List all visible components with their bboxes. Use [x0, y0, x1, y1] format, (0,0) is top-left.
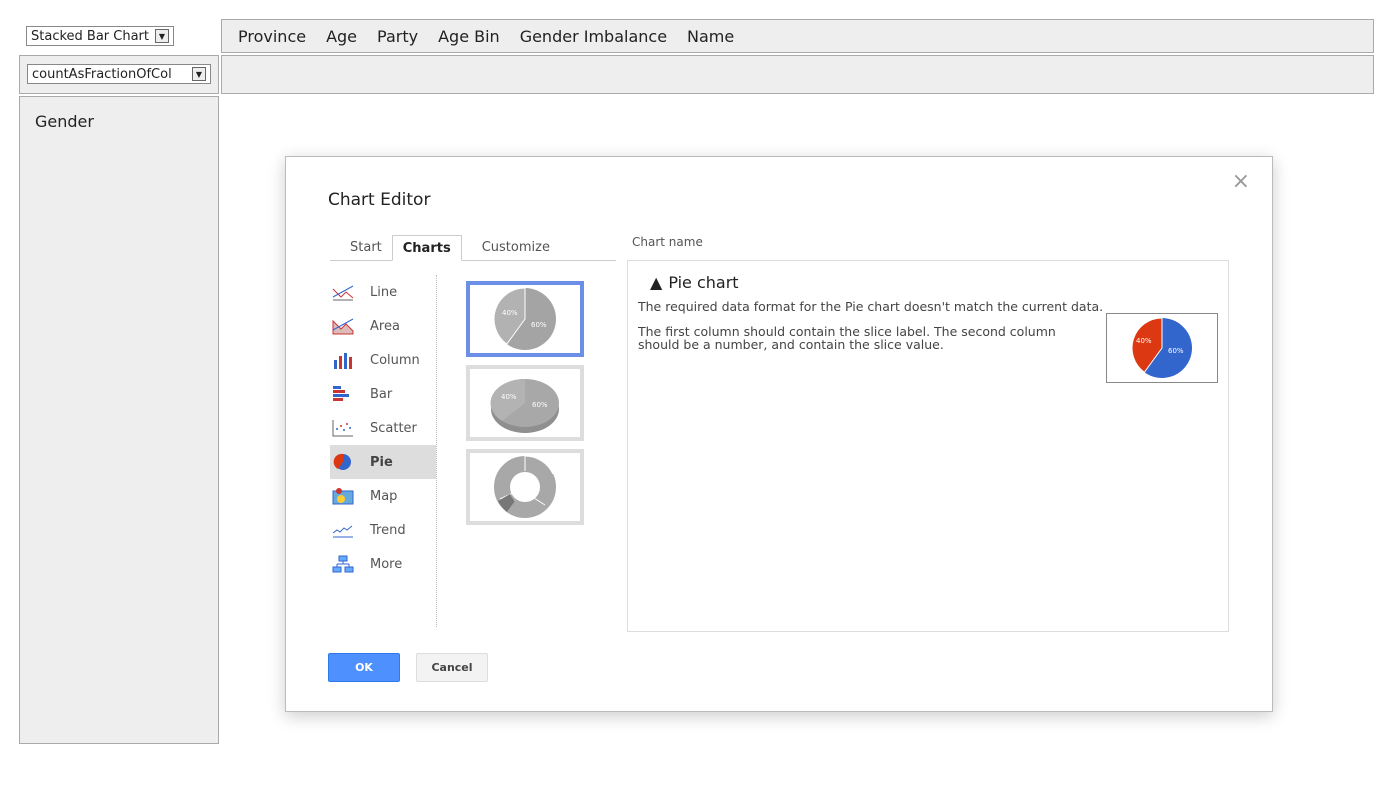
chart-type-trend[interactable]: Trend: [330, 513, 436, 547]
trend-chart-icon: [332, 525, 353, 538]
aggregator-value: countAsFractionOfCol: [32, 66, 172, 82]
slice-label: 40%: [502, 309, 518, 317]
chart-name-label: Chart name: [632, 235, 703, 249]
preview-title: Pie chart: [668, 273, 739, 292]
org-chart-icon: [332, 555, 354, 573]
cancel-button[interactable]: Cancel: [416, 653, 488, 682]
slice-label: 60%: [532, 401, 548, 409]
pie-thumbnail-2d[interactable]: 40% 60%: [466, 281, 584, 357]
field-gender-imbalance[interactable]: Gender Imbalance: [520, 27, 667, 46]
scatter-chart-icon: [332, 420, 353, 437]
chart-type-column[interactable]: Column: [330, 343, 436, 377]
close-icon[interactable]: ×: [1232, 169, 1250, 194]
field-party[interactable]: Party: [377, 27, 418, 46]
editor-tabs: Start Charts Customize: [330, 235, 616, 261]
chart-type-line[interactable]: Line: [330, 275, 436, 309]
chart-type-bar[interactable]: Bar: [330, 377, 436, 411]
field-province[interactable]: Province: [238, 27, 306, 46]
aggregator-cell: countAsFractionOfCol ▼: [19, 55, 219, 94]
chevron-down-icon: ▼: [192, 67, 206, 81]
chart-type-select[interactable]: Stacked Bar Chart ▼: [26, 26, 174, 46]
chart-type-area[interactable]: Area: [330, 309, 436, 343]
pie-2d-icon: 40% 60%: [493, 287, 556, 350]
field-age-bin[interactable]: Age Bin: [438, 27, 500, 46]
area-chart-icon: [332, 318, 354, 335]
chart-type-list: Line Area Column Bar Scatter Pie Map Tre…: [330, 275, 436, 581]
field-gender[interactable]: Gender: [35, 112, 94, 131]
slice-label: 40%: [501, 393, 517, 401]
warning-icon: ▲: [650, 273, 663, 292]
column-drop-area[interactable]: [221, 55, 1374, 94]
column-chart-icon: [334, 353, 352, 369]
chart-type-map[interactable]: Map: [330, 479, 436, 513]
chart-editor-dialog: Chart Editor × Start Charts Customize Li…: [285, 156, 1273, 712]
preview-panel: ▲ Pie chart The required data format for …: [627, 260, 1229, 632]
tab-start[interactable]: Start: [330, 235, 392, 260]
pie-3d-icon: 40% 60%: [490, 378, 559, 433]
preview-message: The required data format for the Pie cha…: [638, 299, 1104, 314]
pie-thumbnail-3d[interactable]: 40% 60%: [466, 365, 584, 441]
slice-label: 40%: [1136, 337, 1152, 345]
field-age[interactable]: Age: [326, 27, 357, 46]
bar-chart-icon: [333, 386, 349, 401]
chart-type-scatter[interactable]: Scatter: [330, 411, 436, 445]
slice-label: 60%: [1168, 347, 1184, 355]
map-chart-icon: [332, 488, 354, 505]
chart-type-more[interactable]: More: [330, 547, 436, 581]
slice-label: 60%: [531, 321, 547, 329]
chart-type-pie[interactable]: Pie: [330, 445, 436, 479]
preview-format-hint: The first column should contain the slic…: [638, 324, 1056, 352]
pie-chart-icon: [333, 453, 351, 470]
column-fields-bar: Province Age Party Age Bin Gender Imbala…: [221, 19, 1374, 53]
divider: [436, 275, 437, 627]
ok-button[interactable]: OK: [328, 653, 400, 682]
line-chart-icon: [332, 285, 354, 301]
dialog-title: Chart Editor: [328, 190, 431, 210]
chart-type-value: Stacked Bar Chart: [31, 28, 149, 44]
tab-customize[interactable]: Customize: [462, 235, 560, 260]
tab-charts[interactable]: Charts: [391, 235, 462, 261]
field-name[interactable]: Name: [687, 27, 734, 46]
example-pie: 60% 40%: [1106, 313, 1218, 383]
donut-thumbnail[interactable]: [466, 449, 584, 525]
chevron-down-icon: ▼: [155, 29, 169, 43]
aggregator-select[interactable]: countAsFractionOfCol ▼: [27, 64, 211, 84]
donut-icon: [494, 455, 556, 518]
row-fields-panel: Gender: [19, 96, 219, 744]
